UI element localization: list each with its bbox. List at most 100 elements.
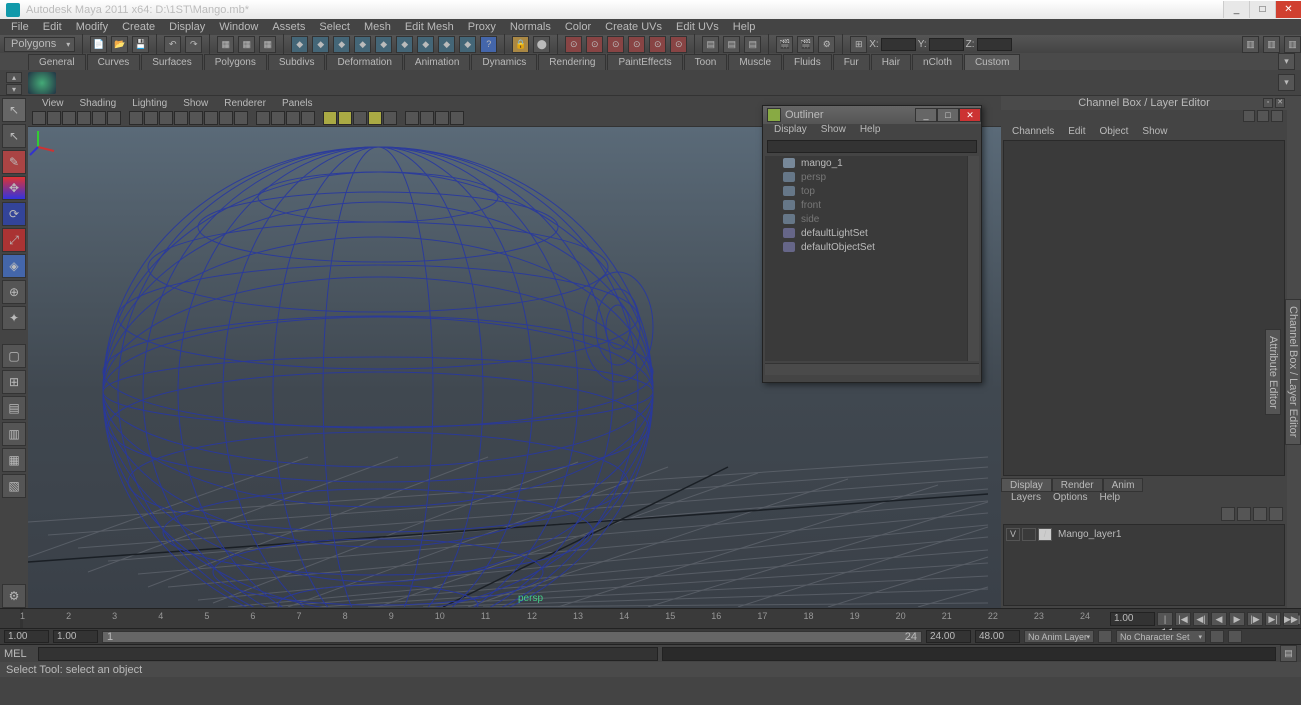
- menu-createuvs[interactable]: Create UVs: [598, 21, 669, 33]
- autokey-button[interactable]: [1210, 630, 1224, 643]
- vp-icon[interactable]: [234, 111, 248, 125]
- mask4-icon[interactable]: ◆: [354, 36, 371, 53]
- menu-proxy[interactable]: Proxy: [461, 21, 503, 33]
- layer-tab-anim[interactable]: Anim: [1103, 478, 1144, 492]
- panel-close-icon[interactable]: ✕: [1275, 98, 1285, 108]
- layout-single-icon[interactable]: ▢: [2, 344, 26, 368]
- vp-icon[interactable]: [189, 111, 203, 125]
- ch-menu-show[interactable]: Show: [1135, 126, 1174, 137]
- scale-tool-icon[interactable]: ⤢: [2, 228, 26, 252]
- sel-obj-icon[interactable]: ▦: [238, 36, 255, 53]
- play-fwd-button[interactable]: ▶: [1229, 612, 1245, 626]
- outliner-titlebar[interactable]: Outliner _ □ ✕: [763, 106, 981, 124]
- rotate-tool-icon[interactable]: ⟳: [2, 202, 26, 226]
- history2-icon[interactable]: ▤: [723, 36, 740, 53]
- layer-name[interactable]: Mango_layer1: [1054, 529, 1282, 540]
- shelf-tab-custom[interactable]: Custom: [964, 54, 1020, 70]
- mask8-icon[interactable]: ◆: [438, 36, 455, 53]
- range-end-inner[interactable]: 24.00: [926, 630, 971, 643]
- range-slider-thumb[interactable]: 1 24: [103, 632, 921, 642]
- mask3-icon[interactable]: ◆: [333, 36, 350, 53]
- menu-select[interactable]: Select: [312, 21, 357, 33]
- vp-icon[interactable]: [77, 111, 91, 125]
- shelf-down-icon[interactable]: ▾: [6, 84, 22, 95]
- vp-icon[interactable]: [144, 111, 158, 125]
- module-dropdown[interactable]: Polygons: [4, 37, 75, 52]
- outliner-close-button[interactable]: ✕: [959, 108, 981, 122]
- menu-create[interactable]: Create: [115, 21, 162, 33]
- vp-icon[interactable]: [338, 111, 352, 125]
- shelf-tab-dynamics[interactable]: Dynamics: [471, 54, 537, 70]
- vp-icon[interactable]: [383, 111, 397, 125]
- sidebar-toggle1-icon[interactable]: ▥: [1242, 36, 1259, 53]
- outliner-item[interactable]: defaultObjectSet: [765, 240, 979, 254]
- vp-icon[interactable]: [47, 111, 61, 125]
- shelf-tab-animation[interactable]: Animation: [404, 54, 470, 70]
- shelf-tab-rendering[interactable]: Rendering: [538, 54, 606, 70]
- select-tool-icon[interactable]: ↖: [2, 98, 26, 122]
- mask1-icon[interactable]: ◆: [291, 36, 308, 53]
- layer-tab-render[interactable]: Render: [1052, 478, 1103, 492]
- menu-edit[interactable]: Edit: [36, 21, 69, 33]
- shelf-tab-curves[interactable]: Curves: [87, 54, 141, 70]
- ch-menu-edit[interactable]: Edit: [1061, 126, 1092, 137]
- step-fwd-button[interactable]: |▶: [1247, 612, 1263, 626]
- snap4-icon[interactable]: ⊙: [628, 36, 645, 53]
- render-globals-icon[interactable]: ⚙: [818, 36, 835, 53]
- set-key-button[interactable]: [1098, 630, 1112, 643]
- vp-icon[interactable]: [450, 111, 464, 125]
- layer-type[interactable]: [1022, 528, 1036, 541]
- range-end-outer[interactable]: 48.00: [975, 630, 1020, 643]
- menu-window[interactable]: Window: [212, 21, 265, 33]
- ch-menu-channels[interactable]: Channels: [1005, 126, 1061, 137]
- layer-color[interactable]: /: [1038, 528, 1052, 541]
- shelf-tab-fluids[interactable]: Fluids: [783, 54, 832, 70]
- channelbox-body[interactable]: [1003, 140, 1285, 476]
- maximize-button[interactable]: □: [1249, 1, 1275, 18]
- play-back-button[interactable]: ◀: [1211, 612, 1227, 626]
- vp-menu-show[interactable]: Show: [175, 98, 216, 109]
- step-back-button[interactable]: ◀|: [1193, 612, 1209, 626]
- shelf-tab-muscle[interactable]: Muscle: [728, 54, 782, 70]
- history3-icon[interactable]: ▤: [744, 36, 761, 53]
- layer-icon[interactable]: [1253, 507, 1267, 521]
- z-field[interactable]: [977, 38, 1012, 51]
- layout-opt2-icon[interactable]: ▥: [2, 422, 26, 446]
- menu-modify[interactable]: Modify: [69, 21, 115, 33]
- vp-icon[interactable]: [174, 111, 188, 125]
- layout-opt1-icon[interactable]: ▤: [2, 396, 26, 420]
- script-editor-button[interactable]: ▤: [1280, 645, 1297, 662]
- vp-icon[interactable]: [301, 111, 315, 125]
- vp-menu-shading[interactable]: Shading: [72, 98, 125, 109]
- side-tab-attribute[interactable]: Attribute Editor: [1265, 329, 1281, 416]
- vp-icon[interactable]: [286, 111, 300, 125]
- step-back-key-button[interactable]: |◀: [1175, 612, 1191, 626]
- sel-comp-icon[interactable]: ▦: [259, 36, 276, 53]
- goto-start-button[interactable]: |◀◀: [1157, 612, 1173, 626]
- snap2-icon[interactable]: ⊙: [586, 36, 603, 53]
- tool-settings-icon[interactable]: ⚙: [2, 584, 26, 608]
- vp-icon[interactable]: [204, 111, 218, 125]
- outliner-item[interactable]: front: [765, 198, 979, 212]
- outliner-window[interactable]: Outliner _ □ ✕ Display Show Help mango_1…: [762, 105, 982, 383]
- history-icon[interactable]: ▤: [702, 36, 719, 53]
- layer-icon[interactable]: [1269, 507, 1283, 521]
- outliner-item[interactable]: side: [765, 212, 979, 226]
- range-start-inner[interactable]: 1.00: [53, 630, 98, 643]
- vp-icon[interactable]: [353, 111, 367, 125]
- snap6-icon[interactable]: ⊙: [670, 36, 687, 53]
- vp-icon[interactable]: [159, 111, 173, 125]
- ch-icon[interactable]: [1271, 110, 1283, 122]
- sel-hier-icon[interactable]: ▦: [217, 36, 234, 53]
- goto-end-button[interactable]: ▶▶|: [1283, 612, 1299, 626]
- shelf-tab-hair[interactable]: Hair: [871, 54, 911, 70]
- vp-icon[interactable]: [323, 111, 337, 125]
- outliner-menu-show[interactable]: Show: [814, 124, 853, 139]
- minimize-button[interactable]: _: [1223, 1, 1249, 18]
- vp-icon[interactable]: [420, 111, 434, 125]
- vp-menu-view[interactable]: View: [34, 98, 72, 109]
- outliner-item[interactable]: defaultLightSet: [765, 226, 979, 240]
- side-tab-channelbox[interactable]: Channel Box / Layer Editor: [1285, 299, 1301, 444]
- shelf-opt-icon[interactable]: ▾: [1278, 74, 1295, 91]
- vp-icon[interactable]: [62, 111, 76, 125]
